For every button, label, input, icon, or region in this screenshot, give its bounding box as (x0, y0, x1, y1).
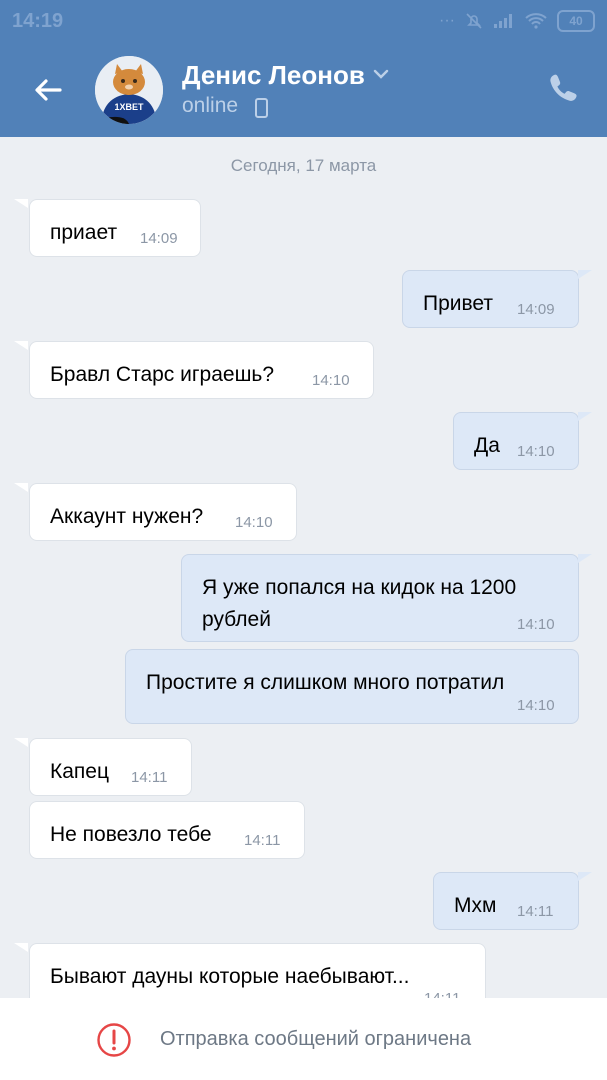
message-incoming[interactable]: Капец 14:11 (29, 738, 192, 796)
message-incoming[interactable]: Не повезло тебе 14:11 (29, 801, 305, 859)
bubble-tail (578, 412, 592, 421)
signal-icon (494, 14, 512, 28)
message-text: Аккаунт нужен? (50, 505, 204, 528)
message-text: Да (474, 434, 500, 457)
message-incoming[interactable]: Бравл Старс играешь? 14:10 (29, 341, 374, 399)
status-time: 14:19 (12, 10, 64, 32)
message-time: 14:11 (517, 903, 554, 920)
message-text: Бывают дауны которые наебывают... (50, 965, 410, 988)
wifi-icon (525, 13, 547, 29)
message-text: Капец (50, 760, 109, 783)
message-outgoing[interactable]: Простите я слишком много потратил 14:10 (125, 649, 579, 724)
bubble-tail (14, 341, 28, 350)
message-text: Бравл Старс играешь? (50, 363, 275, 386)
back-arrow-icon[interactable] (30, 72, 66, 108)
chevron-down-icon[interactable] (371, 64, 391, 84)
message-outgoing[interactable]: Я уже попался на кидок на 1200 рублей 14… (181, 554, 579, 642)
message-text: Не повезло тебе (50, 823, 212, 846)
battery-level: 40 (569, 14, 583, 28)
message-text: Мхм (454, 894, 497, 917)
avatar-cat-image: 1XBET (95, 56, 163, 124)
more-dots-icon: ··· (439, 12, 455, 29)
app-header-bar: 14:19 ··· 40 1XBET Денис Леонов online (0, 0, 607, 137)
mobile-device-icon (255, 98, 268, 118)
presence-status: online (182, 94, 239, 117)
message-text: Я уже попался на кидок на 1200 рублей (202, 576, 517, 631)
contact-name[interactable]: Денис Леонов (182, 60, 365, 91)
status-icons: ··· 40 (439, 8, 595, 34)
message-time: 14:10 (517, 616, 555, 633)
phone-call-icon[interactable] (545, 70, 581, 106)
composer-restriction-bar: Отправка сообщений ограничена (0, 998, 607, 1080)
message-outgoing[interactable]: Привет 14:09 (402, 270, 579, 328)
restriction-message: Отправка сообщений ограничена (160, 1028, 472, 1050)
svg-text:1XBET: 1XBET (114, 102, 144, 112)
bubble-tail (14, 199, 28, 208)
message-time: 14:10 (517, 443, 555, 460)
chat-header: 1XBET Денис Леонов online (0, 42, 607, 137)
message-time: 14:09 (517, 301, 555, 318)
avatar[interactable]: 1XBET (95, 56, 163, 124)
message-time: 14:10 (517, 697, 555, 714)
message-text: Простите я слишком много потратил (146, 671, 505, 694)
message-time: 14:10 (235, 514, 273, 531)
message-incoming[interactable]: приает 14:09 (29, 199, 201, 257)
date-separator: Сегодня, 17 марта (230, 156, 377, 175)
bubble-tail (578, 554, 592, 563)
message-time: 14:10 (312, 372, 350, 389)
bubble-tail (14, 738, 28, 747)
message-time: 14:11 (244, 832, 281, 849)
message-outgoing[interactable]: Мхм 14:11 (433, 872, 579, 930)
message-time: 14:11 (131, 769, 168, 786)
bubble-tail (578, 270, 592, 279)
warning-circle-icon (97, 1023, 131, 1057)
message-time: 14:09 (140, 230, 178, 247)
message-incoming[interactable]: Аккаунт нужен? 14:10 (29, 483, 297, 541)
bubble-tail (14, 943, 28, 952)
message-outgoing[interactable]: Да 14:10 (453, 412, 579, 470)
bubble-tail (578, 872, 592, 881)
mute-bell-icon (466, 13, 482, 29)
message-text: Привет (423, 292, 494, 315)
message-text: приает (50, 221, 118, 244)
bubble-tail (14, 483, 28, 492)
status-bar: 14:19 ··· 40 (0, 0, 607, 42)
battery-icon: 40 (557, 10, 595, 32)
